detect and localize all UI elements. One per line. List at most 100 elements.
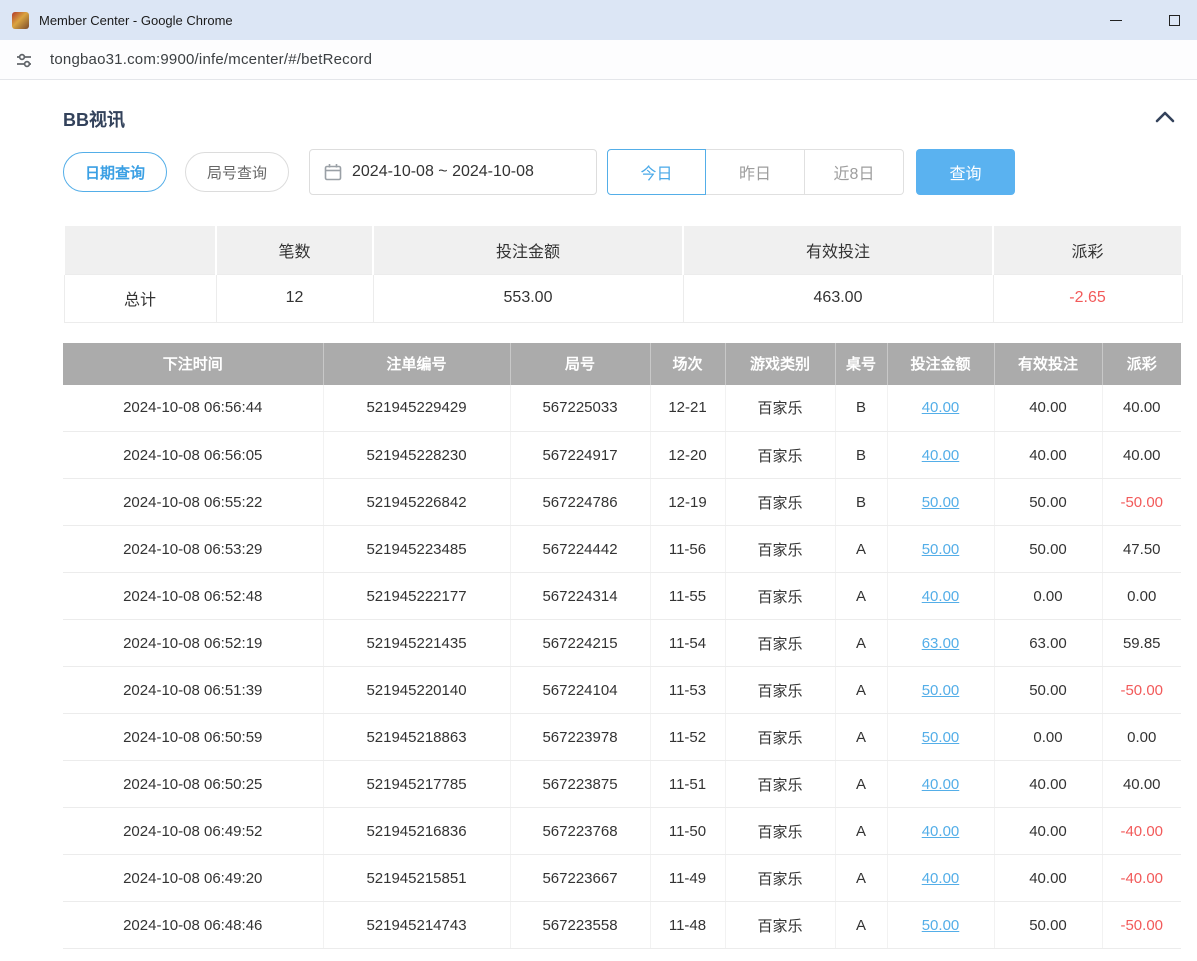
table-no-cell: A: [835, 573, 887, 620]
bet-amount-link[interactable]: 40.00: [922, 447, 960, 464]
bet-time-cell: 2024-10-08 06:52:48: [63, 573, 323, 620]
header-round-no: 局号: [510, 343, 650, 385]
site-favicon-icon: [12, 12, 29, 29]
range-yesterday-button[interactable]: 昨日: [706, 149, 805, 195]
table-row: 2024-10-08 06:49:20521945215851567223667…: [63, 855, 1181, 902]
game-type-cell: 百家乐: [725, 432, 835, 479]
site-settings-icon[interactable]: [14, 50, 34, 70]
bet-amount-link[interactable]: 50.00: [922, 729, 960, 746]
bet-time-cell: 2024-10-08 06:49:52: [63, 808, 323, 855]
date-range-picker[interactable]: 2024-10-08 ~ 2024-10-08: [309, 149, 597, 195]
bet-amount-cell: 50.00: [887, 714, 994, 761]
window-title: Member Center - Google Chrome: [39, 13, 233, 28]
valid-bet-cell: 0.00: [994, 714, 1102, 761]
table-row: 2024-10-08 06:56:05521945228230567224917…: [63, 432, 1181, 479]
payout-cell: -40.00: [1102, 855, 1181, 902]
table-row: 2024-10-08 06:56:44521945229429567225033…: [63, 385, 1181, 432]
round-no-cell: 567223667: [510, 855, 650, 902]
minimize-icon: [1110, 20, 1122, 21]
bet-amount-cell: 40.00: [887, 573, 994, 620]
bet-time-cell: 2024-10-08 06:51:39: [63, 667, 323, 714]
bet-table-body: 2024-10-08 06:56:44521945229429567225033…: [63, 385, 1181, 949]
table-row: 2024-10-08 06:53:29521945223485567224442…: [63, 526, 1181, 573]
session-cell: 12-19: [650, 479, 725, 526]
bet-amount-link[interactable]: 40.00: [922, 588, 960, 605]
bet-amount-link[interactable]: 40.00: [922, 870, 960, 887]
maximize-button[interactable]: [1165, 11, 1183, 29]
game-type-cell: 百家乐: [725, 902, 835, 949]
bet-time-cell: 2024-10-08 06:56:05: [63, 432, 323, 479]
minimize-button[interactable]: [1107, 11, 1125, 29]
valid-bet-cell: 40.00: [994, 808, 1102, 855]
header-session: 场次: [650, 343, 725, 385]
game-type-cell: 百家乐: [725, 573, 835, 620]
date-query-tab[interactable]: 日期查询: [63, 152, 167, 192]
summary-bet-amount-value: 553.00: [373, 274, 683, 322]
bet-id-cell: 521945223485: [323, 526, 510, 573]
browser-urlbar[interactable]: tongbao31.com:9900/infe/mcenter/#/betRec…: [0, 40, 1197, 80]
session-cell: 11-56: [650, 526, 725, 573]
bet-id-cell: 521945222177: [323, 573, 510, 620]
valid-bet-cell: 40.00: [994, 761, 1102, 808]
bet-id-cell: 521945228230: [323, 432, 510, 479]
session-cell: 11-55: [650, 573, 725, 620]
quick-range-group: 今日 昨日 近8日: [607, 149, 904, 195]
table-no-cell: B: [835, 479, 887, 526]
round-query-tab[interactable]: 局号查询: [185, 152, 289, 192]
range-last8days-button[interactable]: 近8日: [805, 149, 904, 195]
payout-cell: -50.00: [1102, 479, 1181, 526]
session-cell: 12-20: [650, 432, 725, 479]
header-valid-bet: 有效投注: [994, 343, 1102, 385]
window-titlebar: Member Center - Google Chrome: [0, 0, 1197, 40]
bet-amount-link[interactable]: 40.00: [922, 823, 960, 840]
game-type-cell: 百家乐: [725, 526, 835, 573]
bet-amount-link[interactable]: 50.00: [922, 917, 960, 934]
payout-cell: 40.00: [1102, 385, 1181, 432]
header-bet-time: 下注时间: [63, 343, 323, 385]
bet-amount-link[interactable]: 50.00: [922, 682, 960, 699]
bet-id-cell: 521945220140: [323, 667, 510, 714]
bet-amount-link[interactable]: 40.00: [922, 776, 960, 793]
header-bet-id: 注单编号: [323, 343, 510, 385]
calendar-icon: [324, 163, 342, 181]
filter-toolbar: 日期查询 局号查询 2024-10-08 ~ 2024-10-08 今日 昨日 …: [63, 149, 1181, 195]
search-button[interactable]: 查询: [916, 149, 1015, 195]
round-no-cell: 567224104: [510, 667, 650, 714]
address-url[interactable]: tongbao31.com:9900/infe/mcenter/#/betRec…: [50, 51, 372, 68]
table-no-cell: A: [835, 902, 887, 949]
bet-amount-link[interactable]: 40.00: [922, 399, 960, 416]
game-type-cell: 百家乐: [725, 479, 835, 526]
range-today-button[interactable]: 今日: [607, 149, 706, 195]
session-cell: 11-50: [650, 808, 725, 855]
table-no-cell: A: [835, 526, 887, 573]
valid-bet-cell: 50.00: [994, 667, 1102, 714]
summary-header-payout: 派彩: [993, 225, 1182, 274]
collapse-section-button[interactable]: [1149, 106, 1181, 132]
round-no-cell: 567223978: [510, 714, 650, 761]
header-game-type: 游戏类别: [725, 343, 835, 385]
round-no-cell: 567224917: [510, 432, 650, 479]
maximize-icon: [1169, 15, 1180, 26]
summary-payout-value: -2.65: [993, 274, 1182, 322]
payout-cell: 47.50: [1102, 526, 1181, 573]
bet-amount-link[interactable]: 50.00: [922, 494, 960, 511]
summary-count-value: 12: [216, 274, 373, 322]
session-cell: 11-54: [650, 620, 725, 667]
bet-id-cell: 521945215851: [323, 855, 510, 902]
table-no-cell: A: [835, 620, 887, 667]
game-type-cell: 百家乐: [725, 808, 835, 855]
bet-amount-cell: 63.00: [887, 620, 994, 667]
valid-bet-cell: 63.00: [994, 620, 1102, 667]
bet-amount-cell: 50.00: [887, 902, 994, 949]
table-row: 2024-10-08 06:50:59521945218863567223978…: [63, 714, 1181, 761]
bet-amount-cell: 40.00: [887, 385, 994, 432]
bet-record-table: 下注时间 注单编号 局号 场次 游戏类别 桌号 投注金额 有效投注 派彩 202…: [63, 343, 1181, 950]
payout-cell: 40.00: [1102, 432, 1181, 479]
bet-amount-link[interactable]: 50.00: [922, 541, 960, 558]
bet-amount-link[interactable]: 63.00: [922, 635, 960, 652]
window-controls: [1107, 11, 1185, 29]
table-no-cell: B: [835, 385, 887, 432]
header-table-no: 桌号: [835, 343, 887, 385]
round-no-cell: 567224215: [510, 620, 650, 667]
bet-amount-cell: 50.00: [887, 479, 994, 526]
